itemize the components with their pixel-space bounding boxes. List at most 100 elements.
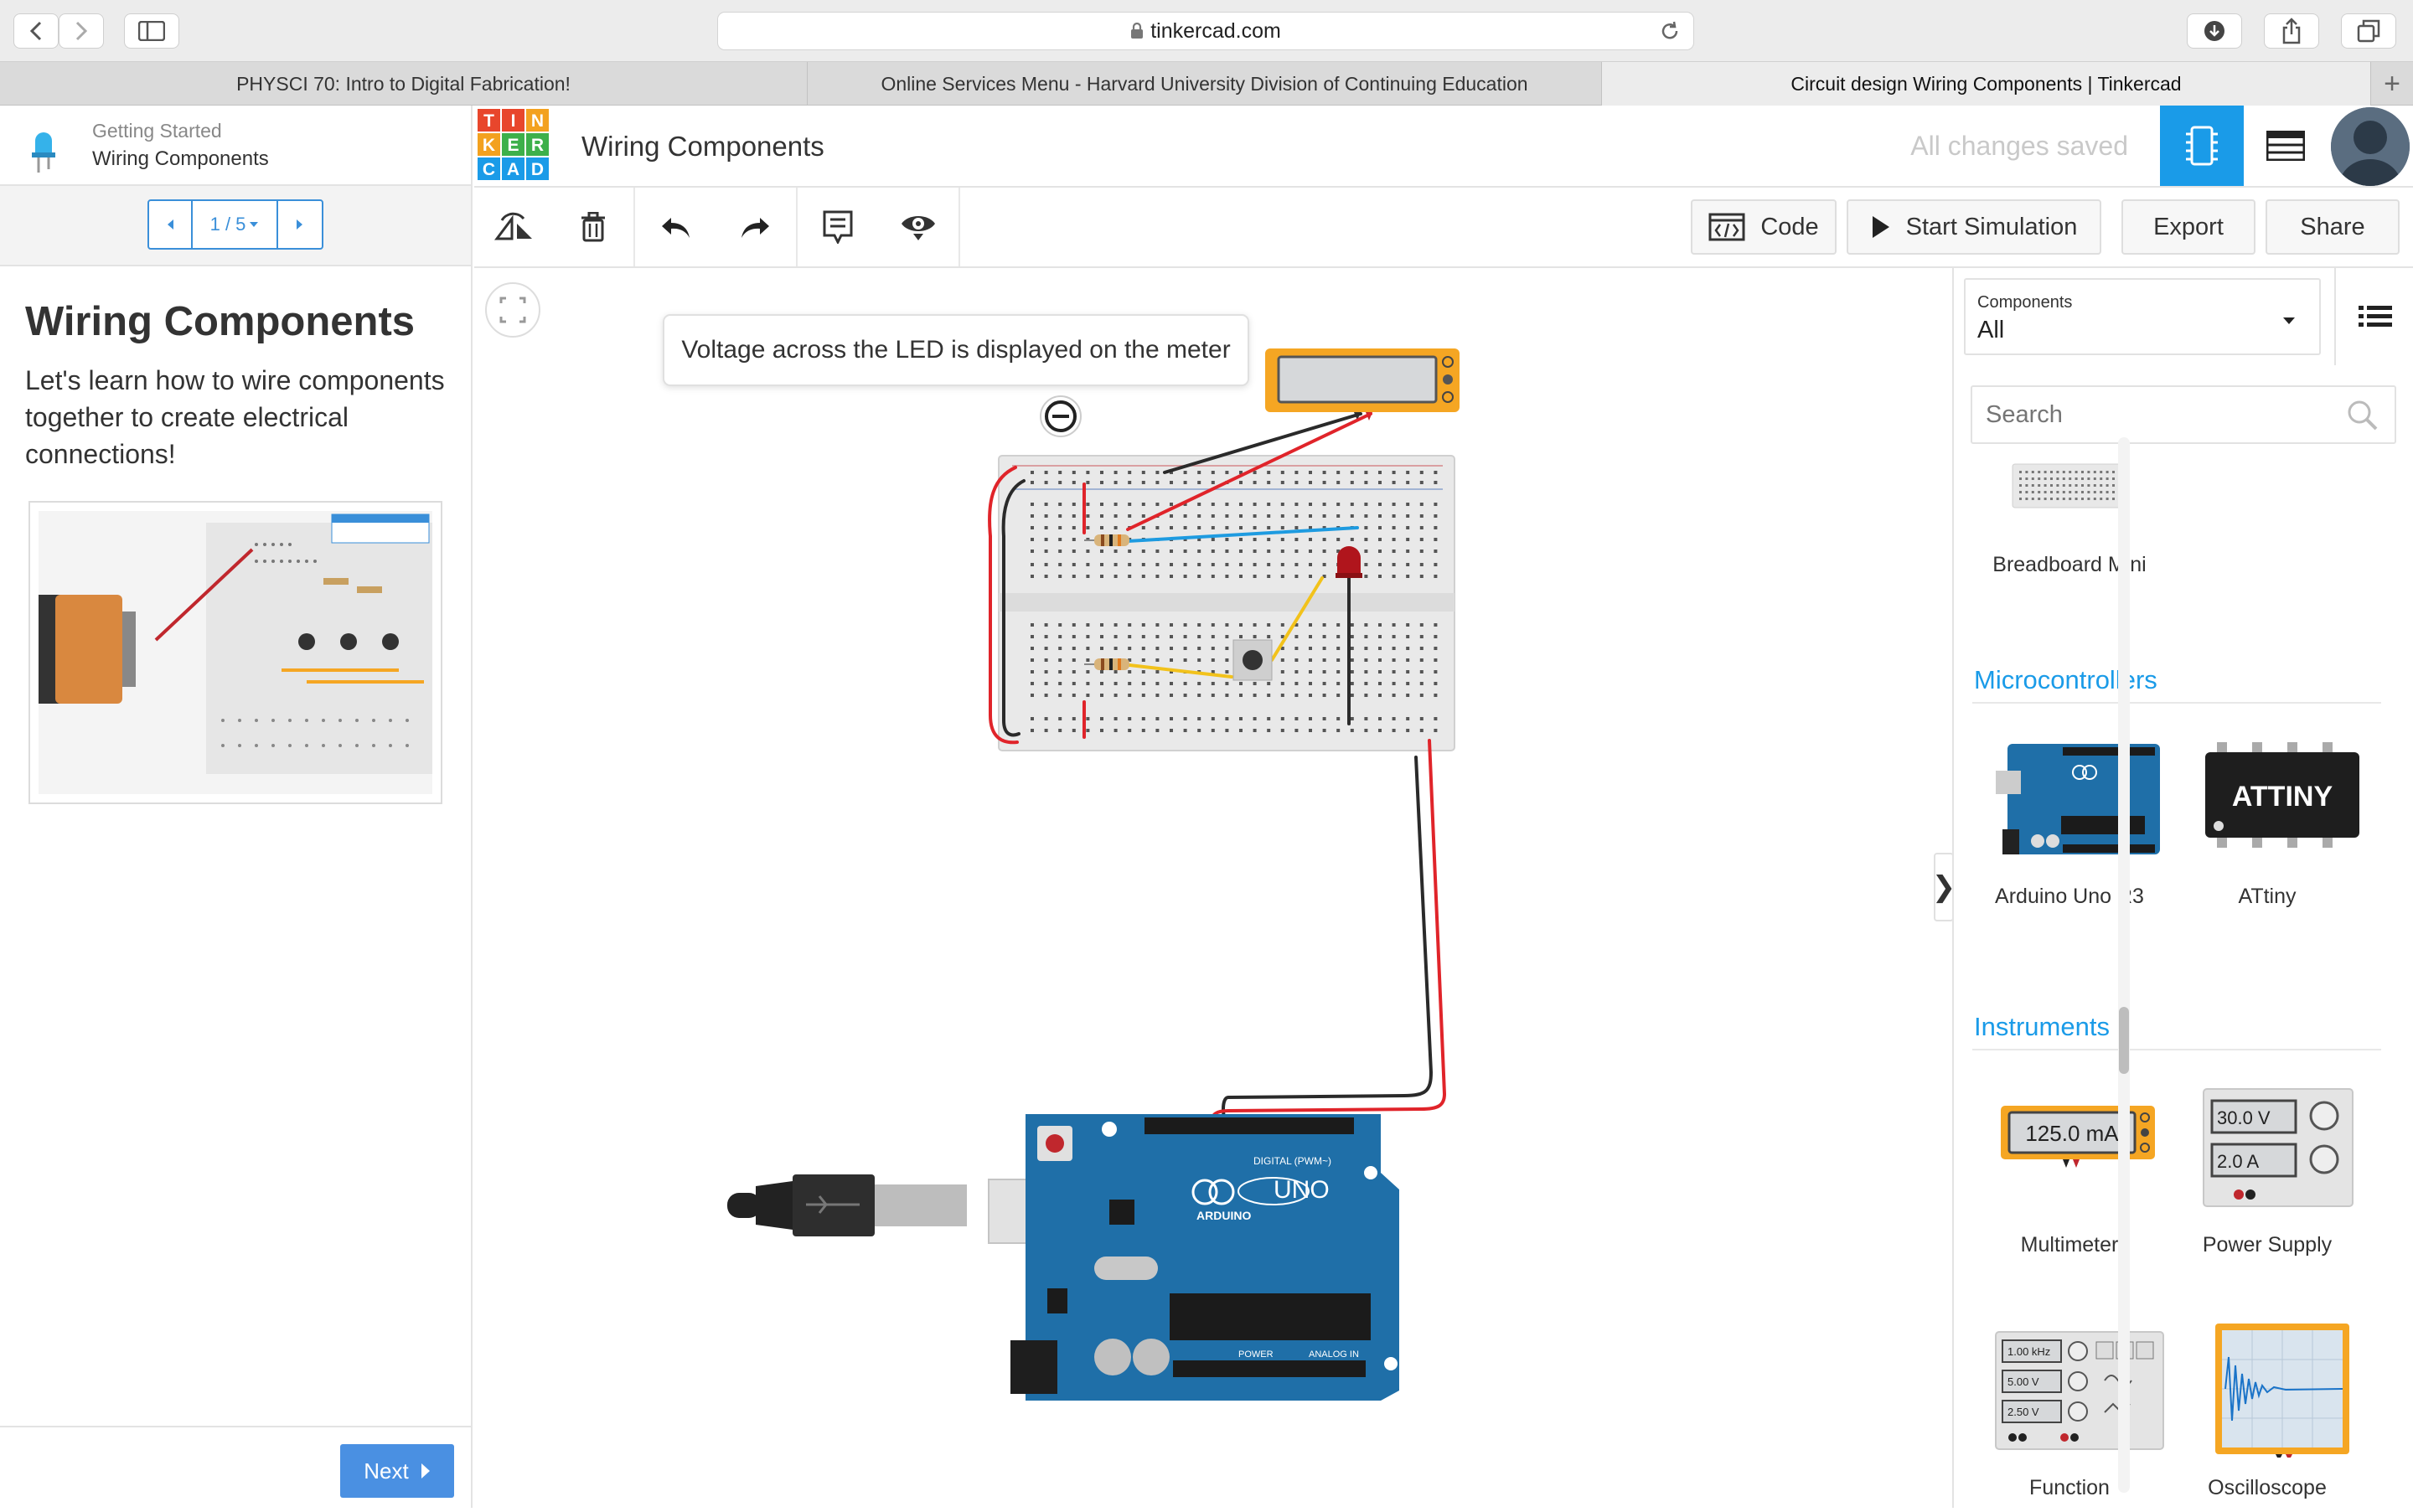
breadboard-hole — [1253, 635, 1257, 638]
breadboard-hole — [1267, 526, 1271, 529]
breadboard-hole — [1100, 670, 1103, 673]
rotate-button[interactable] — [474, 188, 555, 266]
breadboard-hole — [1141, 481, 1145, 484]
mini-hole — [2093, 484, 2096, 487]
power-supply-item[interactable]: 30.0 V 2.0 A Power Supply — [2168, 1081, 2366, 1265]
step-select[interactable]: 1 / 5 — [193, 201, 278, 248]
breadboard-hole — [1170, 563, 1173, 566]
breadboard-hole — [1128, 682, 1132, 685]
browser-tab[interactable]: Online Services Menu - Harvard Universit… — [808, 62, 1602, 106]
search-icon[interactable] — [2346, 399, 2379, 432]
downloads-button[interactable] — [2187, 13, 2242, 49]
breadboard-hole — [1267, 729, 1271, 732]
code-label: Code — [1760, 213, 1819, 240]
breadboard-hole — [1378, 717, 1382, 720]
breadboard-hole — [1309, 550, 1312, 553]
user-avatar[interactable] — [2331, 107, 2410, 186]
breadboard-hole — [1294, 471, 1299, 474]
collapse-panel-button[interactable]: ❯ — [1932, 853, 1956, 921]
breadboard-hole — [1267, 694, 1271, 697]
breadboard-hole — [1155, 503, 1160, 506]
breadboard-hole — [1086, 563, 1090, 566]
breadboard-hole — [1141, 647, 1145, 650]
tinkercad-logo[interactable]: TIN KER CAD — [474, 106, 551, 186]
breadboard-hole — [1044, 670, 1048, 673]
breadboard-hole — [1419, 729, 1424, 732]
panel-scrollbar[interactable] — [2118, 437, 2130, 1493]
mini-hole — [2075, 477, 2078, 480]
multimeter-item[interactable]: 125.0 mA Multimeter — [1971, 1081, 2168, 1265]
next-step-arrow[interactable] — [278, 201, 322, 248]
circuit-view-button[interactable] — [2160, 106, 2244, 186]
schematic-view-button[interactable] — [2244, 106, 2328, 186]
redo-button[interactable] — [716, 188, 796, 266]
share-sheet-button[interactable] — [2264, 13, 2319, 49]
multimeter-component[interactable] — [1265, 348, 1460, 421]
minus-icon[interactable] — [1040, 395, 1082, 437]
mini-hole — [2081, 484, 2084, 487]
notes-visibility-button[interactable] — [878, 188, 958, 266]
breadboard-mini-item[interactable]: Breadboard Mini — [1971, 456, 2168, 590]
sidebar-toggle-button[interactable] — [124, 13, 179, 49]
lesson-thumbnail — [28, 501, 442, 804]
code-button[interactable]: Code — [1691, 199, 1837, 255]
breadboard-hole — [1086, 526, 1090, 529]
fit-view-button[interactable] — [485, 282, 540, 338]
breadboard-hole — [1336, 623, 1341, 627]
undo-button[interactable] — [635, 188, 716, 266]
circuit-canvas[interactable]: Voltage across the LED is displayed on t… — [474, 268, 1952, 1508]
breadboard-hole — [1197, 471, 1201, 474]
lesson-title: Wiring Components — [25, 299, 416, 344]
next-label: Next — [364, 1458, 409, 1484]
attiny-item[interactable]: ATTINY ATtiny — [2168, 737, 2366, 921]
breadboard-hole — [1350, 658, 1354, 662]
breadboard-hole — [1113, 694, 1118, 697]
breadboard-hole — [1197, 717, 1201, 720]
browser-tab[interactable]: PHYSCI 70: Intro to Digital Fabrication! — [0, 62, 808, 106]
new-tab-label: + — [2384, 67, 2400, 100]
mini-hole — [2025, 484, 2028, 487]
breadboard-component[interactable] — [998, 455, 1455, 751]
breadboard-hole — [1350, 471, 1354, 474]
export-button[interactable]: Export — [2121, 199, 2255, 255]
delete-button[interactable] — [553, 188, 633, 266]
breadboard-hole — [1197, 503, 1201, 506]
component-search-input[interactable] — [1971, 385, 2396, 444]
design-title[interactable]: Wiring Components — [581, 131, 824, 163]
reload-icon[interactable] — [1660, 20, 1682, 42]
new-tab-button[interactable]: + — [2371, 62, 2413, 106]
breadboard-hole — [1406, 563, 1410, 566]
breadboard-hole — [1378, 538, 1382, 541]
next-button[interactable]: Next — [340, 1444, 454, 1498]
breadboard-hole — [1141, 717, 1145, 720]
breadboard-hole — [1155, 575, 1160, 578]
notes-button[interactable] — [798, 188, 878, 266]
breadboard-hole — [1031, 526, 1034, 529]
components-filter-select[interactable]: Components All — [1964, 278, 2321, 355]
breadboard-hole — [1378, 729, 1382, 732]
mini-hole — [2025, 477, 2028, 480]
arduino-board[interactable]: UNO ARDUINO DIGITAL (PWM~) POWER ANALOG … — [1010, 1114, 1399, 1401]
prev-step-button[interactable] — [149, 201, 193, 248]
pushbutton-component[interactable] — [1232, 639, 1273, 681]
browser-tab-active[interactable]: Circuit design Wiring Components | Tinke… — [1602, 62, 2371, 106]
start-simulation-button[interactable]: Start Simulation — [1847, 199, 2101, 255]
breadboard-hole — [1044, 682, 1048, 685]
arduino-uno-item[interactable]: Arduino Uno R3 — [1971, 737, 2168, 921]
list-view-toggle[interactable] — [2334, 268, 2413, 365]
forward-button[interactable] — [59, 13, 104, 49]
breadboard-hole — [1280, 717, 1284, 720]
breadboard-hole — [1225, 670, 1229, 673]
breadboard-hole — [1364, 514, 1368, 518]
back-button[interactable] — [13, 13, 59, 49]
address-bar[interactable]: tinkercad.com — [717, 12, 1694, 50]
breadboard-hole — [1170, 623, 1173, 627]
logo-letter: D — [531, 160, 544, 179]
breadboard-hole — [1197, 481, 1201, 484]
led-component[interactable] — [1336, 546, 1362, 578]
function-generator-item[interactable]: 1.00 kHz 5.00 V 2.50 V Function — [1971, 1324, 2168, 1508]
breadboard-hole — [1419, 635, 1424, 638]
share-button[interactable]: Share — [2266, 199, 2400, 255]
tab-overview-button[interactable] — [2341, 13, 2396, 49]
oscilloscope-item[interactable]: Oscilloscope — [2168, 1324, 2366, 1508]
